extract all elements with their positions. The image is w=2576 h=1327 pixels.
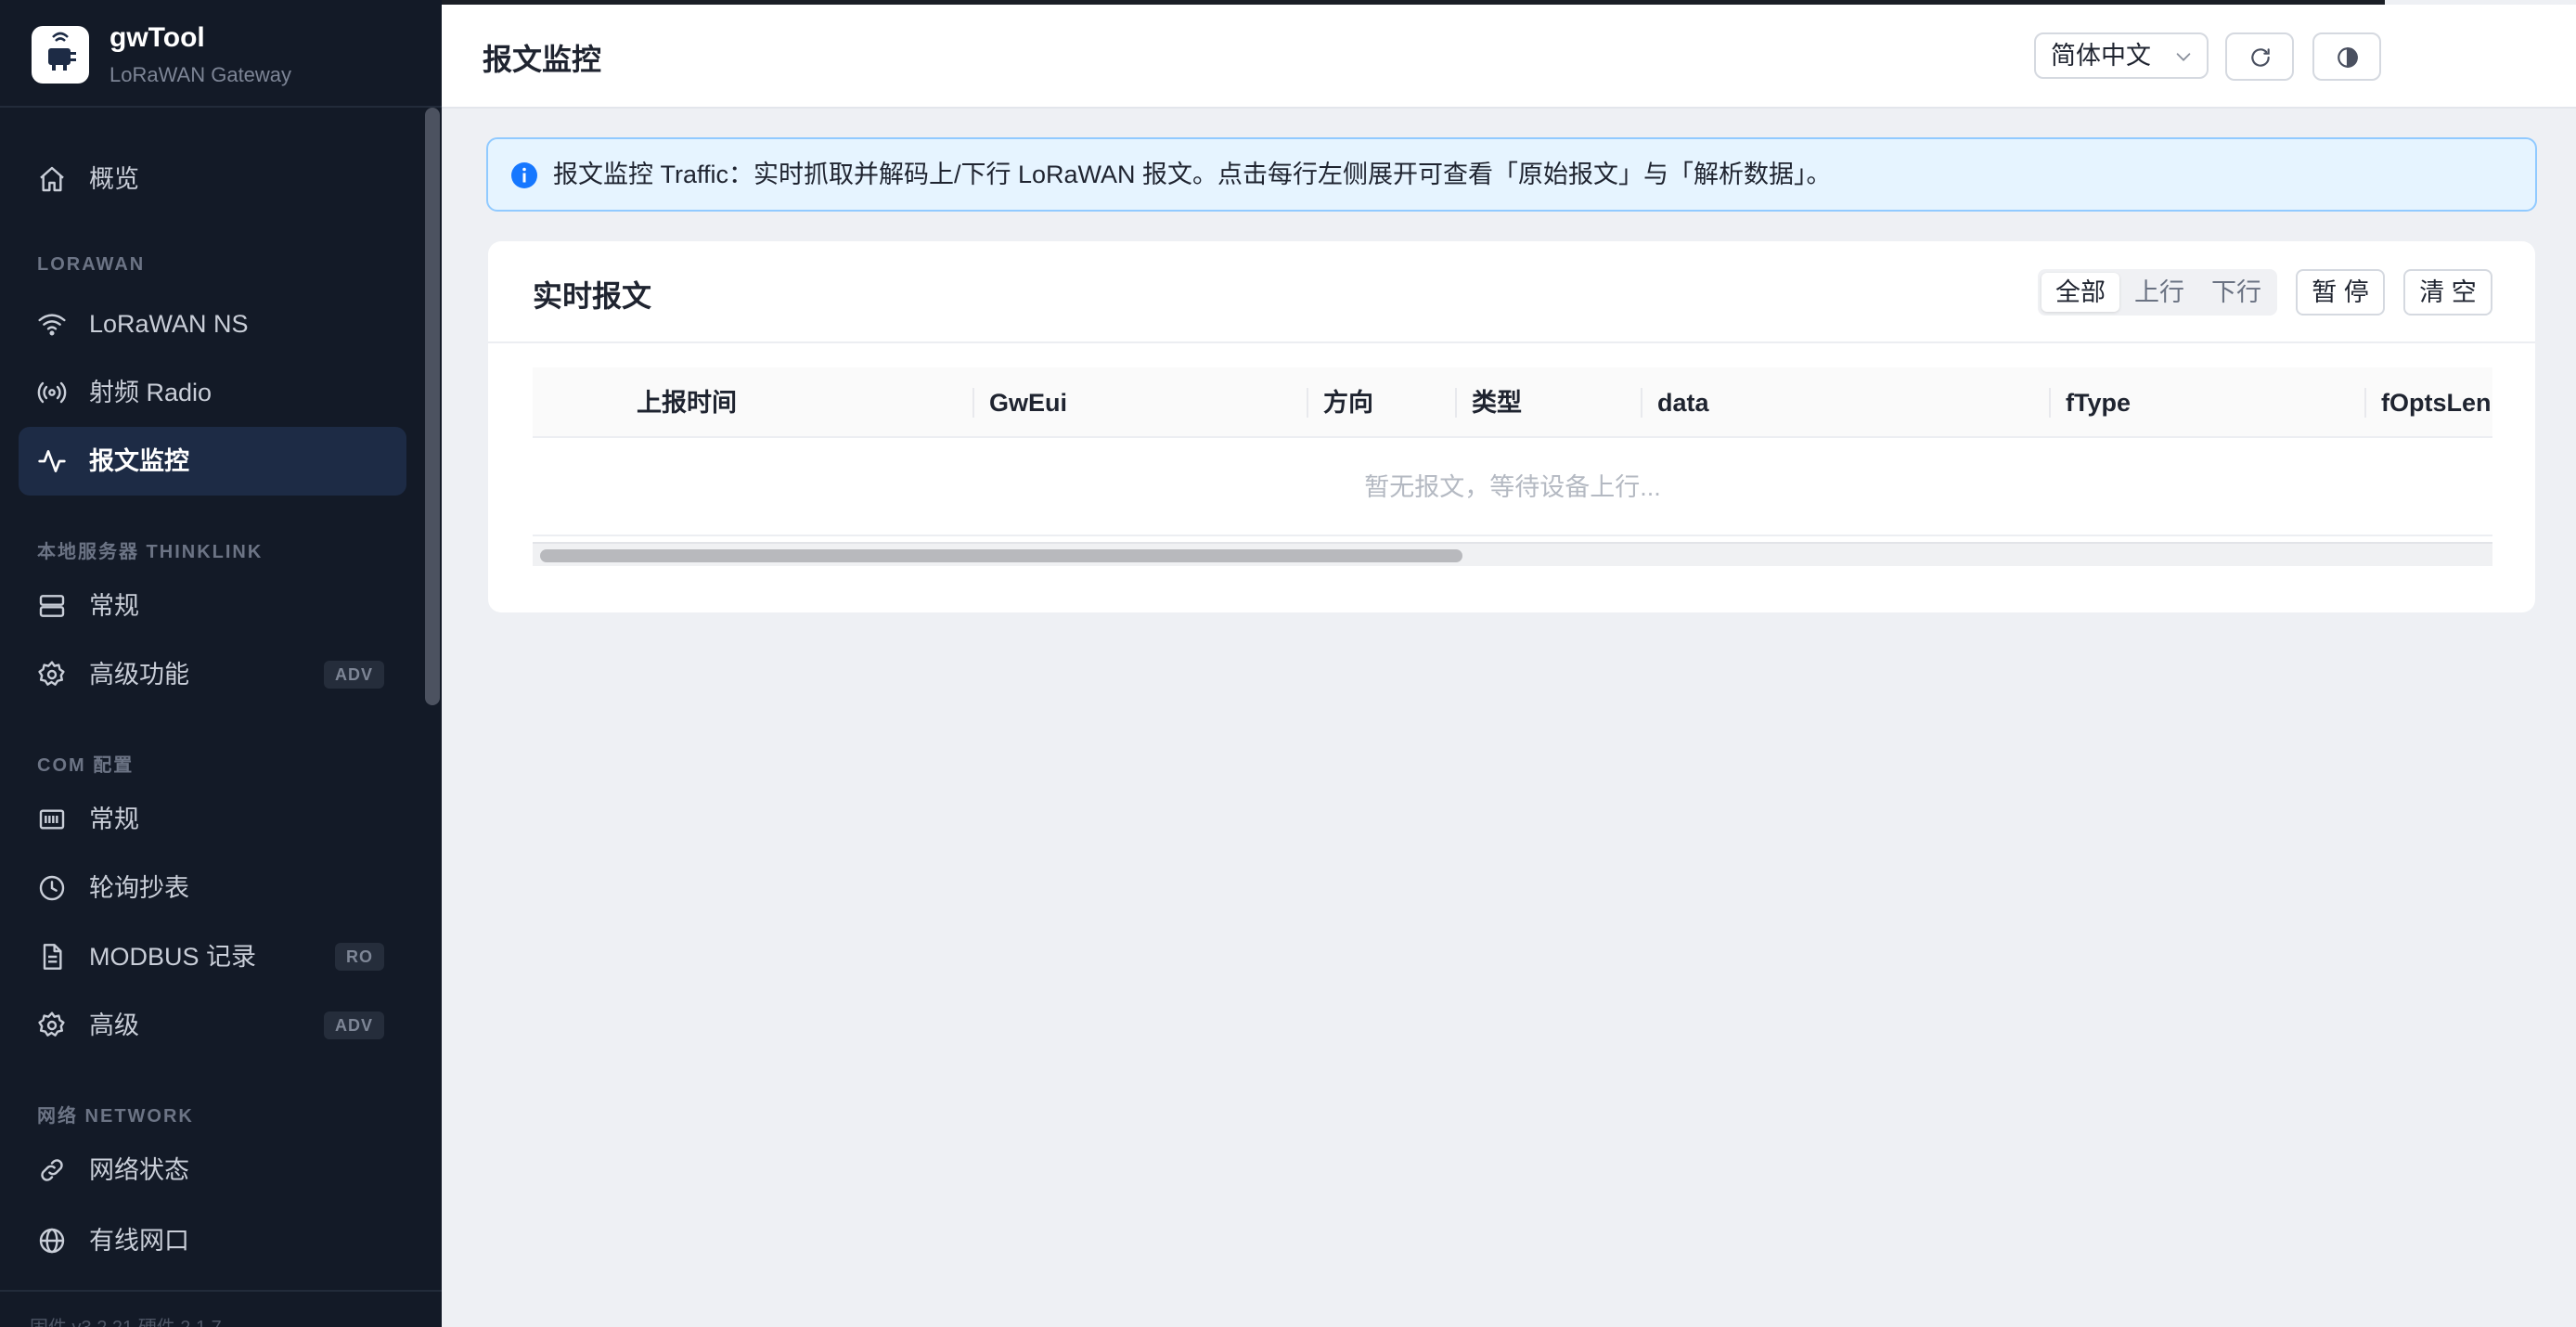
globe-icon [37, 1226, 67, 1256]
sidebar-item-label: 射频 Radio [89, 379, 213, 406]
sidebar-item-label: 高级 [89, 1011, 139, 1039]
card-header: 实时报文 全部 上行 下行 暂 停 清 空 [488, 241, 2535, 343]
section-lorawan: LORAWAN [37, 254, 146, 275]
section-local-server: 本地服务器 THINKLINK [37, 542, 264, 562]
home-icon [37, 164, 67, 194]
column-divider [1641, 388, 1642, 418]
chevron-down-icon [2173, 46, 2194, 67]
version-info: 固件 v3.2.21 硬件 2.1.7 [30, 1312, 222, 1327]
sidebar: gwTool LoRaWAN Gateway 概览 LORAWAN LoRaWA… [0, 0, 442, 1327]
theme-toggle-button[interactable] [2312, 32, 2381, 81]
sidebar-item-lorawan-ns[interactable]: LoRaWAN NS [19, 290, 406, 358]
sidebar-item-traffic-monitor[interactable]: 报文监控 [19, 427, 406, 496]
page-title: 报文监控 [483, 43, 602, 76]
filter-downlink[interactable]: 下行 [2199, 273, 2273, 312]
gear-icon [37, 660, 67, 689]
traffic-table: 上报时间 GwEui 方向 类型 data fType fOptsLen 暂无报… [533, 367, 2492, 573]
info-alert: 报文监控 Traffic：实时抓取并解码上/下行 LoRaWAN 报文。点击每行… [486, 137, 2537, 212]
wifi-icon [37, 309, 67, 339]
sidebar-item-label: LoRaWAN NS [89, 310, 249, 338]
serial-port-icon [37, 805, 67, 834]
clear-button[interactable]: 清 空 [2403, 269, 2492, 316]
traffic-card: 实时报文 全部 上行 下行 暂 停 清 空 上报时间 GwEui 方向 类型 d… [488, 241, 2535, 612]
filter-all[interactable]: 全部 [2041, 273, 2119, 312]
alert-text: 报文监控 Traffic：实时抓取并解码上/下行 LoRaWAN 报文。点击每行… [553, 161, 1832, 188]
gateway-logo-icon [32, 26, 89, 84]
sidebar-item-label: 轮询抄表 [89, 874, 189, 902]
pause-button[interactable]: 暂 停 [2296, 269, 2385, 316]
adv-badge: ADV [323, 1011, 384, 1039]
column-divider [1307, 388, 1308, 418]
radio-broadcast-icon [37, 378, 67, 407]
refresh-icon [2251, 48, 2270, 67]
sidebar-item-label: 网络状态 [89, 1156, 189, 1184]
sidebar-item-com-general[interactable]: 常规 [19, 785, 406, 854]
refresh-button[interactable] [2225, 32, 2294, 81]
table-horizontal-scrollbar[interactable] [533, 542, 2492, 566]
sidebar-item-label: 常规 [89, 805, 139, 833]
header: 报文监控 简体中文 [442, 5, 2576, 109]
brand-name: gwTool [109, 22, 205, 53]
sidebar-item-advanced-features[interactable]: 高级功能 ADV [19, 640, 406, 709]
sidebar-item-label: 高级功能 [89, 661, 189, 689]
sidebar-item-label: 有线网口 [89, 1227, 189, 1255]
theme-toggle-icon [2338, 47, 2358, 68]
server-icon [37, 591, 67, 621]
column-divider [1455, 388, 1457, 418]
sidebar-item-label: 报文监控 [89, 447, 189, 475]
sidebar-item-radio[interactable]: 射频 Radio [19, 358, 406, 427]
sidebar-item-label: MODBUS 记录 [89, 943, 257, 971]
sidebar-item-com-advanced[interactable]: 高级 ADV [19, 991, 406, 1060]
card-title: 实时报文 [533, 279, 652, 313]
adv-badge: ADV [323, 661, 384, 689]
document-icon [37, 942, 67, 972]
info-icon [510, 161, 538, 189]
column-divider [2049, 388, 2051, 418]
sidebar-item-network-status[interactable]: 网络状态 [19, 1136, 406, 1205]
sidebar-item-modbus-log[interactable]: MODBUS 记录 RO [19, 922, 406, 991]
link-icon [37, 1155, 67, 1185]
direction-filter: 全部 上行 下行 [2038, 269, 2277, 316]
scrollbar-thumb[interactable] [540, 549, 1462, 562]
brand: gwTool LoRaWAN Gateway [0, 0, 442, 108]
section-network: 网络 NETWORK [37, 1106, 194, 1127]
section-com: COM 配置 [37, 755, 135, 776]
table-header: 上报时间 GwEui 方向 类型 data fType fOptsLen [533, 367, 2492, 438]
sidebar-item-label: 常规 [89, 592, 139, 620]
column-header-ftype: fType [2066, 389, 2132, 417]
footer-divider [0, 1290, 442, 1292]
sidebar-item-label: 概览 [89, 165, 139, 193]
sidebar-item-server-general[interactable]: 常规 [19, 572, 406, 640]
language-select[interactable]: 简体中文 [2034, 32, 2209, 79]
column-header-fopts-len: fOptsLen [2381, 389, 2492, 417]
column-header-type: 类型 [1472, 389, 1522, 417]
column-header-gweui: GwEui [989, 389, 1068, 417]
brand-subtitle: LoRaWAN Gateway [109, 63, 292, 86]
column-header-data: data [1657, 389, 1709, 417]
activity-icon [37, 446, 67, 476]
sidebar-item-overview[interactable]: 概览 [19, 145, 406, 213]
filter-uplink[interactable]: 上行 [2121, 273, 2197, 312]
language-value: 简体中文 [2051, 42, 2151, 70]
sidebar-item-wired-port[interactable]: 有线网口 [19, 1206, 406, 1275]
empty-state: 暂无报文，等待设备上行... [533, 438, 2492, 536]
sidebar-item-polling[interactable]: 轮询抄表 [19, 854, 406, 922]
gear-icon [37, 1011, 67, 1040]
column-header-direction: 方向 [1323, 389, 1373, 417]
ro-badge: RO [335, 943, 384, 971]
column-divider [2364, 388, 2366, 418]
clock-icon [37, 873, 67, 903]
column-divider [972, 388, 974, 418]
column-header-report-time: 上报时间 [637, 389, 737, 417]
sidebar-scrollbar[interactable] [425, 108, 440, 705]
